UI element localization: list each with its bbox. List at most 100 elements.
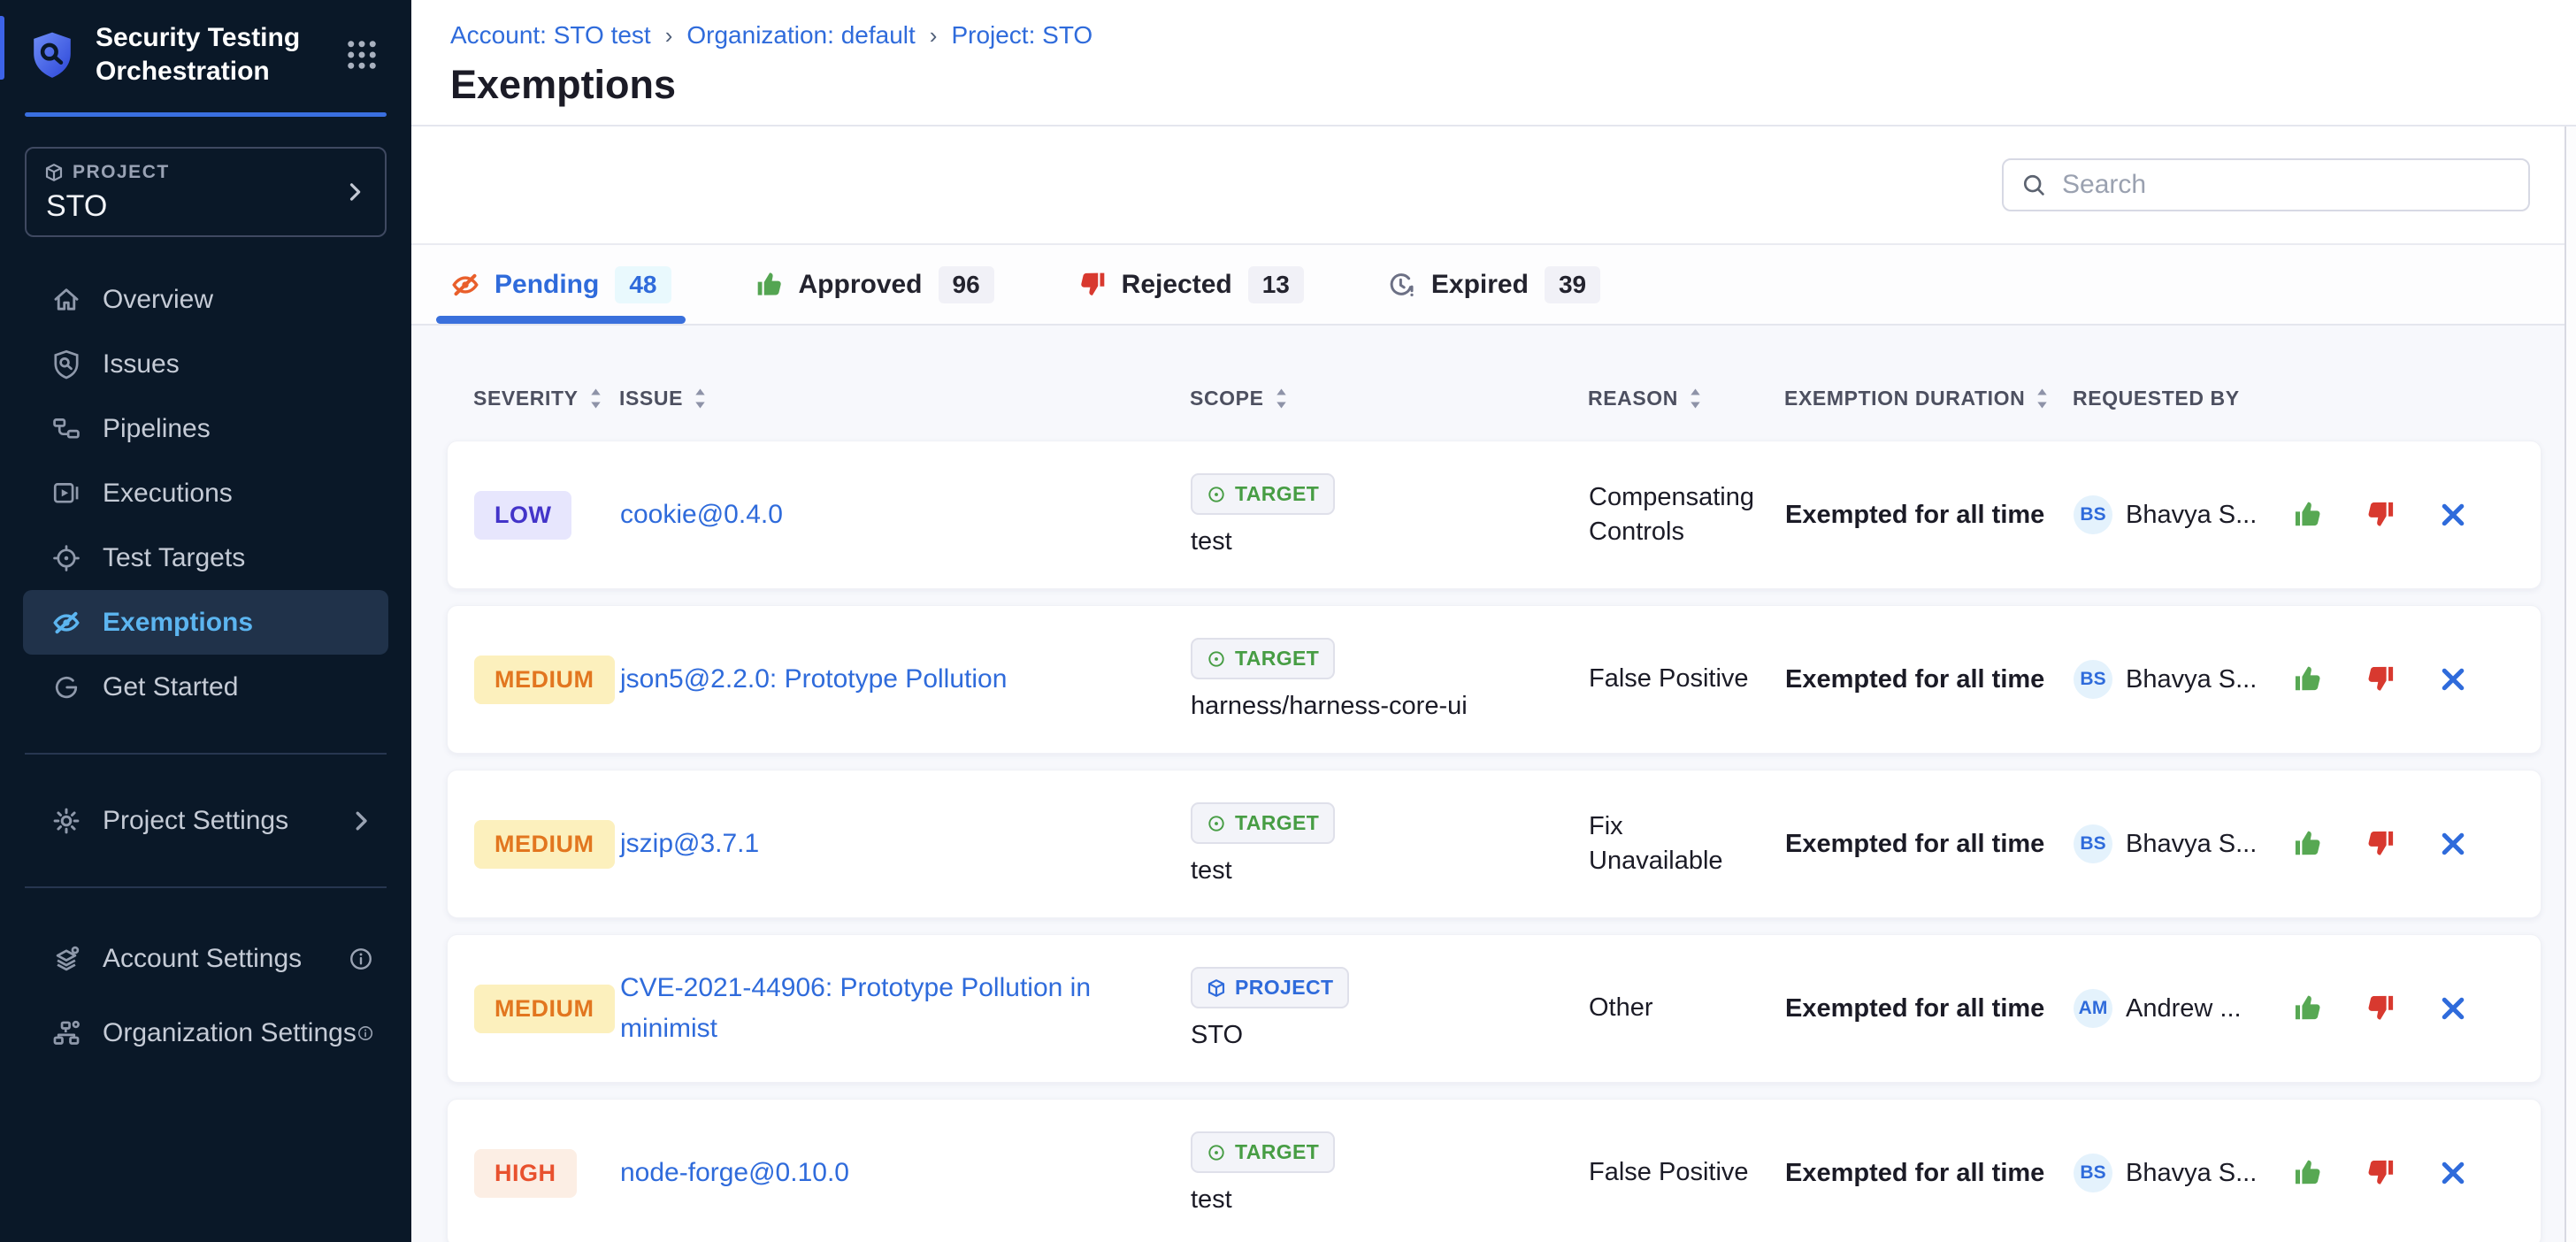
executions-icon	[51, 479, 81, 509]
sort-icon[interactable]	[694, 387, 707, 410]
issue-link[interactable]: cookie@0.4.0	[620, 494, 1191, 536]
tab-approved[interactable]: Approved 96	[751, 245, 998, 324]
exemption-duration: Exempted for all time	[1785, 665, 2074, 694]
tab-rejected[interactable]: Rejected 13	[1074, 245, 1307, 324]
scrollbar[interactable]	[2564, 126, 2576, 1242]
breadcrumb-separator: ›	[930, 22, 938, 50]
issue-link[interactable]: jszip@3.7.1	[620, 824, 1191, 865]
scope-cell: PROJECT STO	[1191, 967, 1589, 1050]
app-root: Security Testing Orchestration PROJECT S…	[0, 0, 2576, 1242]
reason: False Positive	[1589, 1155, 1785, 1190]
gear-icon	[51, 806, 81, 836]
reject-button[interactable]	[2364, 498, 2397, 532]
reject-button[interactable]	[2364, 1156, 2397, 1190]
approve-button[interactable]	[2291, 992, 2325, 1025]
exemptions-table: SEVERITY ISSUE SCOPE REASON EXEMPTION DU…	[411, 326, 2576, 1242]
requester-name: Bhavya S...	[2126, 1159, 2257, 1188]
issue-link[interactable]: node-forge@0.10.0	[620, 1153, 1191, 1194]
thumbs-down-icon	[2365, 499, 2396, 531]
sort-icon[interactable]	[1689, 387, 1702, 410]
eye-slash-icon	[450, 270, 480, 300]
thumbs-up-icon	[2292, 1157, 2324, 1189]
breadcrumb: Account: STO test › Organization: defaul…	[450, 21, 2576, 50]
sidebar-item-exemptions[interactable]: Exemptions	[23, 590, 388, 655]
target-icon	[51, 543, 81, 573]
reason: Fix Unavailable	[1589, 809, 1785, 878]
search-input[interactable]	[2002, 158, 2530, 211]
sidebar-item-issues[interactable]: Issues	[23, 332, 388, 396]
requested-by: BS Bhavya S...	[2074, 1154, 2286, 1192]
avatar: BS	[2074, 824, 2112, 863]
search-box	[2002, 158, 2530, 211]
scope-cell: TARGET harness/harness-core-ui	[1191, 638, 1589, 721]
tab-pending[interactable]: Pending 48	[447, 245, 675, 324]
close-icon	[2437, 828, 2469, 860]
table-row[interactable]: LOW cookie@0.4.0 TARGET test Compensatin…	[447, 441, 2542, 589]
status-tabs: Pending 48 Approved 96 Rejected 13 Expir…	[411, 245, 2576, 326]
project-scope-icon	[1207, 978, 1226, 998]
sidebar-item-overview[interactable]: Overview	[23, 267, 388, 332]
project-selector-value: STO	[46, 189, 367, 224]
breadcrumb-project[interactable]: Project: STO	[951, 21, 1092, 50]
reject-button[interactable]	[2364, 992, 2397, 1025]
project-selector[interactable]: PROJECT STO	[25, 147, 387, 237]
sidebar-item-test-targets[interactable]: Test Targets	[23, 525, 388, 590]
info-icon[interactable]	[356, 1020, 374, 1046]
table-row[interactable]: HIGH node-forge@0.10.0 TARGET test False…	[447, 1099, 2542, 1242]
cancel-button[interactable]	[2436, 827, 2470, 861]
module-accent-rule	[25, 112, 387, 117]
cancel-button[interactable]	[2436, 498, 2470, 532]
sidebar-item-account-settings[interactable]: Account Settings	[23, 922, 388, 996]
severity-badge: LOW	[474, 491, 571, 540]
table-row[interactable]: MEDIUM jszip@3.7.1 TARGET test Fix Unava…	[447, 770, 2542, 918]
close-icon	[2437, 499, 2469, 531]
target-scope-icon	[1207, 1143, 1226, 1162]
table-row[interactable]: MEDIUM json5@2.2.0: Prototype Pollution …	[447, 605, 2542, 754]
row-actions	[2286, 992, 2519, 1025]
scope-cell: TARGET test	[1191, 473, 1589, 556]
reason: False Positive	[1589, 662, 1785, 696]
page-title: Exemptions	[450, 62, 2576, 108]
search-icon	[2020, 171, 2048, 199]
sto-shield-logo	[27, 29, 78, 80]
sidebar-item-pipelines[interactable]: Pipelines	[23, 396, 388, 461]
issue-link[interactable]: CVE-2021-44906: Prototype Pollution in m…	[620, 968, 1191, 1050]
sort-icon[interactable]	[1275, 387, 1288, 410]
toolbar	[411, 126, 2576, 245]
approve-button[interactable]	[2291, 663, 2325, 696]
scope-chip: TARGET	[1191, 473, 1335, 515]
breadcrumb-account[interactable]: Account: STO test	[450, 21, 651, 50]
severity-badge: MEDIUM	[474, 656, 615, 704]
sort-icon[interactable]	[2036, 387, 2049, 410]
severity-badge: MEDIUM	[474, 820, 615, 869]
chevron-right-icon	[342, 180, 367, 204]
sort-icon[interactable]	[589, 387, 602, 410]
exemption-duration: Exempted for all time	[1785, 830, 2074, 859]
issue-link[interactable]: json5@2.2.0: Prototype Pollution	[620, 659, 1191, 701]
sidebar-item-executions[interactable]: Executions	[23, 461, 388, 525]
app-grid-icon[interactable]	[343, 36, 380, 73]
sidebar-item-project-settings[interactable]: Project Settings	[23, 788, 388, 853]
approve-button[interactable]	[2291, 498, 2325, 532]
cancel-button[interactable]	[2436, 1156, 2470, 1190]
approve-button[interactable]	[2291, 1156, 2325, 1190]
scope-value: STO	[1191, 1021, 1243, 1050]
requester-name: Bhavya S...	[2126, 830, 2257, 859]
cancel-button[interactable]	[2436, 663, 2470, 696]
thumbs-down-icon	[1077, 270, 1108, 300]
table-header: SEVERITY ISSUE SCOPE REASON EXEMPTION DU…	[447, 326, 2542, 441]
approve-button[interactable]	[2291, 827, 2325, 861]
table-row[interactable]: MEDIUM CVE-2021-44906: Prototype Polluti…	[447, 934, 2542, 1083]
requested-by: BS Bhavya S...	[2074, 495, 2286, 534]
thumbs-up-icon	[2292, 499, 2324, 531]
breadcrumb-organization[interactable]: Organization: default	[686, 21, 915, 50]
info-icon[interactable]	[348, 946, 374, 972]
sidebar-item-get-started[interactable]: Get Started	[23, 655, 388, 719]
reject-button[interactable]	[2364, 827, 2397, 861]
sidebar-item-organization-settings[interactable]: Organization Settings	[23, 996, 388, 1070]
cancel-button[interactable]	[2436, 992, 2470, 1025]
scope-value: harness/harness-core-ui	[1191, 692, 1468, 721]
column-header-issue: ISSUE	[619, 387, 1190, 410]
tab-expired[interactable]: Expired 39	[1384, 245, 1604, 324]
reject-button[interactable]	[2364, 663, 2397, 696]
